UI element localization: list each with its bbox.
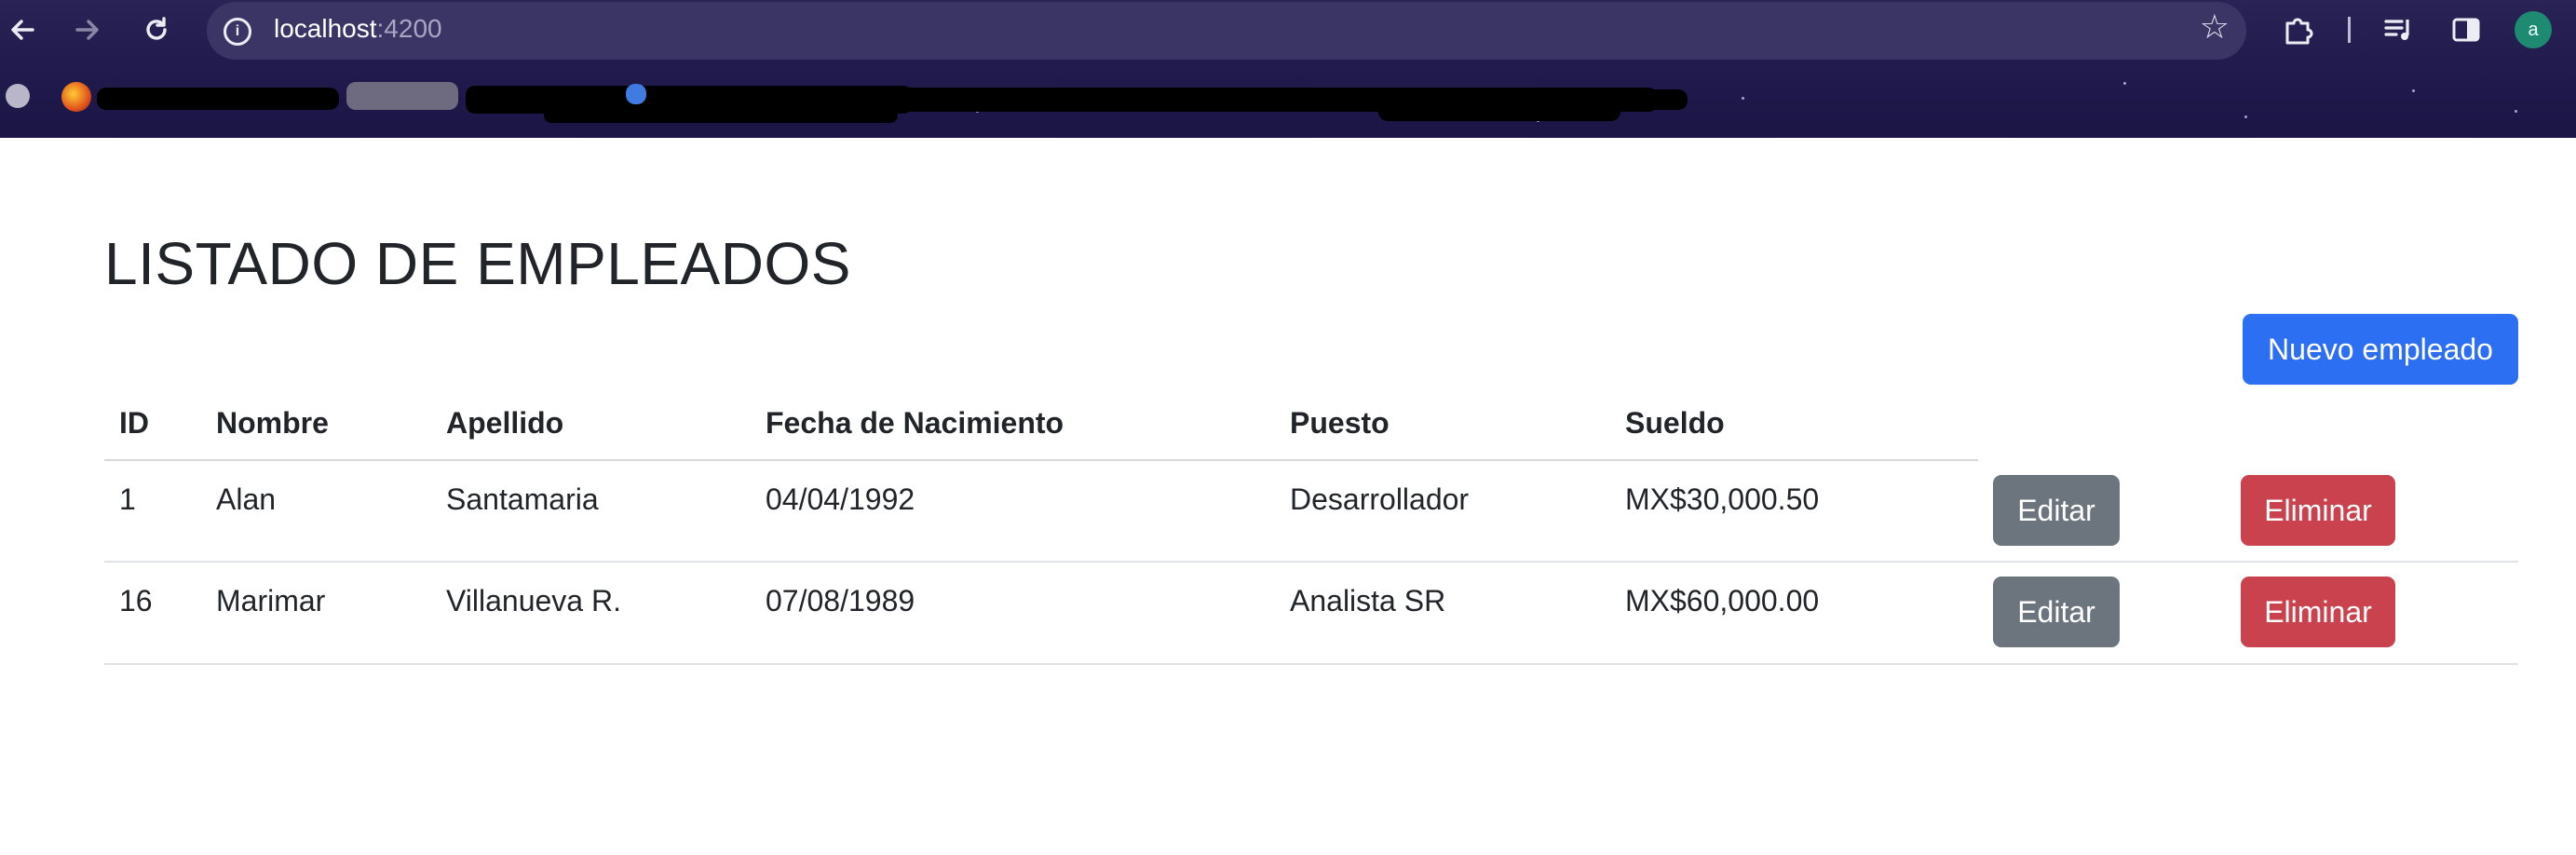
cell-id: 1 [119,482,136,516]
cell-apellido: Santamaria [446,482,599,516]
column-header-nombre: Nombre [216,406,329,440]
bookmark-favicon-icon[interactable] [61,82,91,112]
column-header-sueldo: Sueldo [1625,406,1725,440]
row-divider [104,663,2518,665]
browser-chrome: i localhost:4200 ☆ a [0,0,2576,138]
column-header-puesto: Puesto [1290,406,1390,440]
cell-nombre: Alan [216,482,277,516]
side-panel-icon[interactable] [2446,9,2487,50]
toolbar-separator [2348,17,2351,43]
cell-id: 16 [119,584,153,618]
cell-fecha: 07/08/1989 [766,584,915,618]
cell-nombre: Marimar [216,584,326,618]
url-text[interactable]: localhost:4200 [274,14,442,44]
delete-button[interactable]: Eliminar [2241,475,2395,546]
page-title: LISTADO DE EMPLEADOS [104,230,851,297]
cell-sueldo: MX$30,000.50 [1625,482,1820,516]
profile-avatar[interactable]: a [2515,11,2552,48]
row-divider [104,561,2518,563]
header-divider [104,459,1978,461]
column-header-fecha: Fecha de Nacimiento [766,406,1064,440]
cell-puesto: Analista SR [1290,584,1446,618]
cell-apellido: Villanueva R. [446,584,621,618]
cell-sueldo: MX$60,000.00 [1625,584,1820,618]
column-header-apellido: Apellido [446,406,564,440]
puzzle-icon[interactable] [2278,9,2319,50]
media-control-icon[interactable] [2379,9,2420,50]
new-employee-button[interactable]: Nuevo empleado [2243,314,2518,385]
address-bar[interactable]: i localhost:4200 ☆ [207,2,2246,60]
globe-icon[interactable] [6,84,30,108]
info-icon[interactable]: i [224,18,251,46]
edit-button[interactable]: Editar [1993,475,2120,546]
browser-toolbar: i localhost:4200 ☆ a [0,0,2576,60]
redaction [97,88,339,110]
star-icon[interactable]: ☆ [2200,7,2230,47]
redaction [1639,89,1688,110]
bookmark-favicon-icon [626,84,646,104]
back-arrow-icon[interactable] [2,9,43,50]
column-header-id: ID [119,406,149,440]
reload-icon[interactable] [136,9,177,50]
cell-puesto: Desarrollador [1290,482,1470,516]
edit-button[interactable]: Editar [1993,577,2120,647]
cell-fecha: 04/04/1992 [766,482,915,516]
bookmarks-bar [0,75,2576,123]
bookmark-favicon-icon [346,82,458,110]
redaction [1378,101,1620,121]
delete-button[interactable]: Eliminar [2241,577,2395,647]
forward-arrow-icon[interactable] [67,9,108,50]
